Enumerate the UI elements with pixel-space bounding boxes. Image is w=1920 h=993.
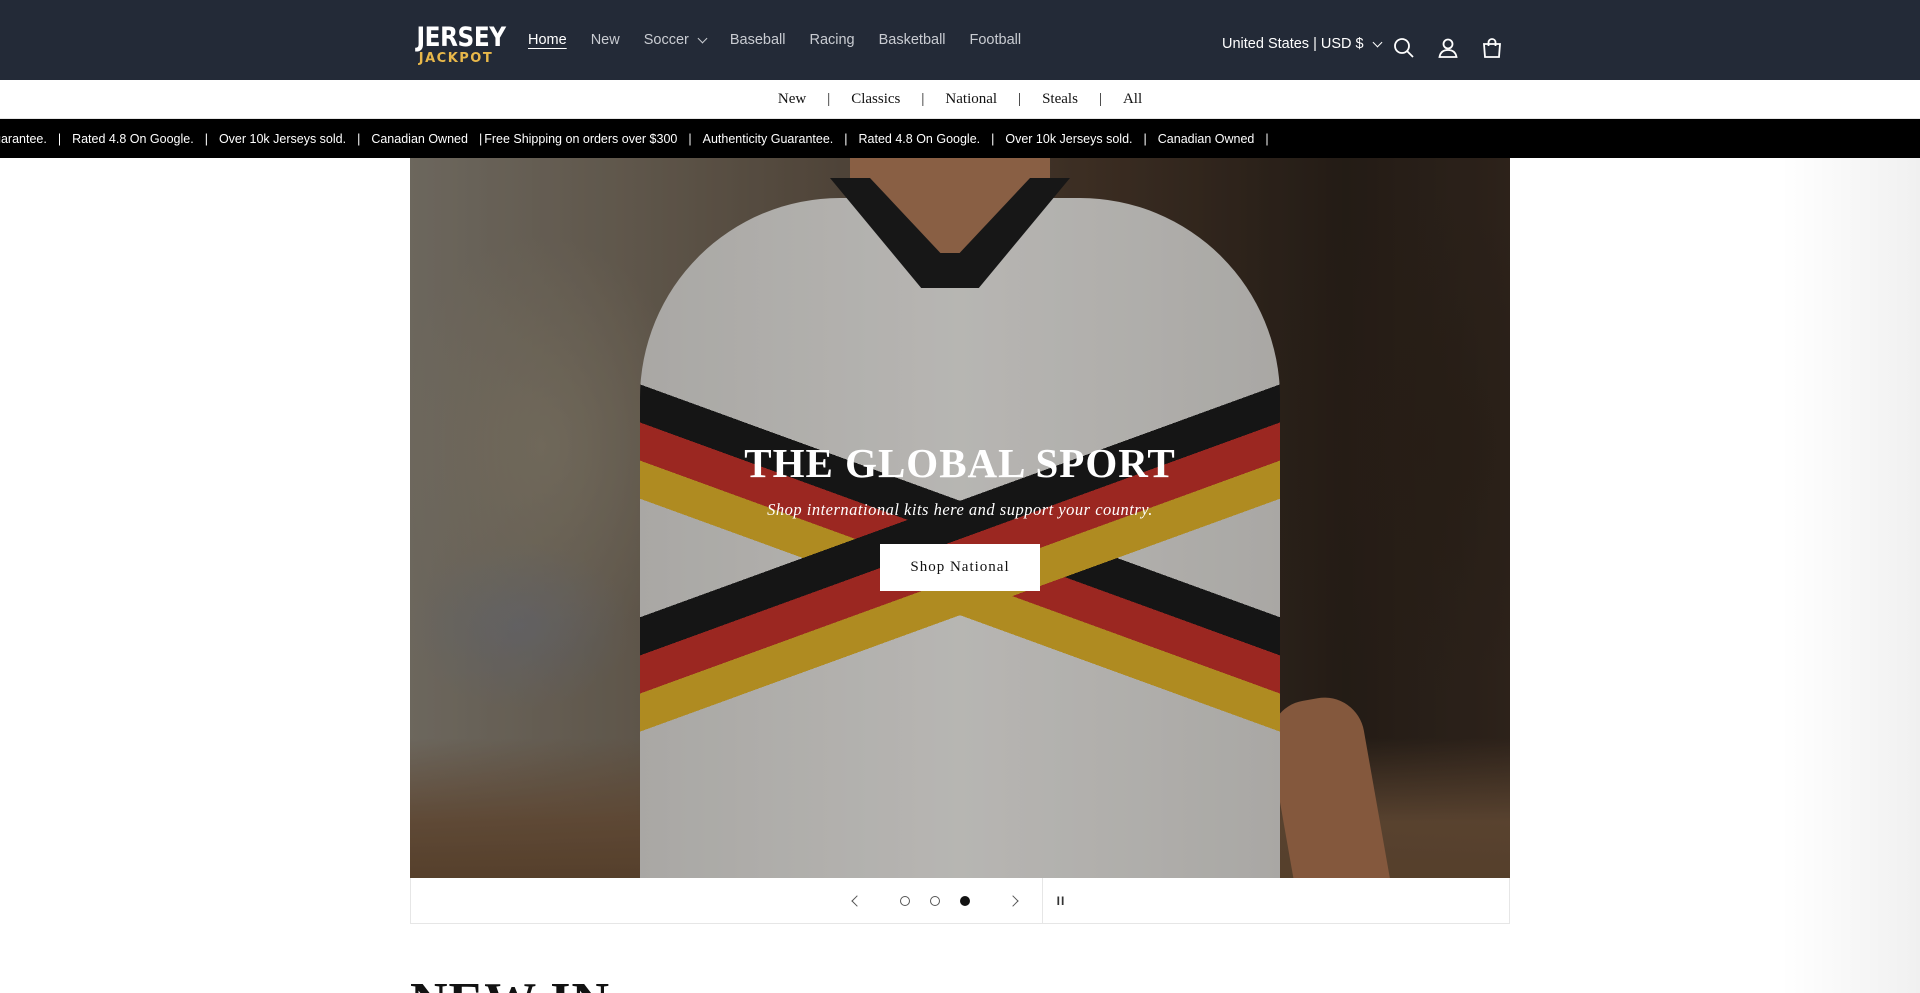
slide-prev-button[interactable] — [845, 878, 869, 923]
announcement-marquee: uarantee. | Rated 4.8 On Google. | Over … — [0, 119, 1280, 158]
main-nav: Home New Soccer Baseball Racing Basketba… — [528, 0, 1045, 80]
chevron-down-icon — [697, 33, 708, 43]
site-logo[interactable]: JERSEY JACKPOT — [410, 22, 506, 70]
announcement-separator: | — [57, 131, 62, 146]
nav-item-baseball[interactable]: Baseball — [730, 32, 786, 48]
site-header: JERSEY JACKPOT Home New Soccer Baseball … — [0, 0, 1920, 80]
announcement-item: uarantee. — [0, 131, 47, 146]
controls-divider — [1042, 878, 1043, 923]
announcement-item: Rated 4.8 On Google. — [72, 131, 194, 146]
announcement-item: Free Shipping on orders over $300 — [484, 131, 678, 146]
nav-item-basketball[interactable]: Basketball — [879, 32, 946, 48]
hero-subtitle: Shop international kits here and support… — [767, 500, 1153, 519]
section-heading-new-in: NEW IN — [410, 976, 610, 993]
slideshow-controls: II — [410, 878, 1510, 924]
page-edge-shadow — [1780, 158, 1920, 993]
submenu-item-all[interactable]: All — [1123, 91, 1142, 108]
announcement-item: Rated 4.8 On Google. — [858, 131, 981, 146]
submenu-item-classics[interactable]: Classics — [851, 91, 900, 108]
announcement-separator: | — [478, 131, 483, 146]
announcement-separator: | — [1143, 131, 1147, 146]
submenu-separator: | — [921, 90, 925, 107]
announcement-separator: | — [1265, 131, 1269, 146]
nav-item-home[interactable]: Home — [528, 32, 567, 48]
announcement-separator: | — [204, 131, 208, 146]
announcement-item: Canadian Owned — [371, 131, 468, 146]
slide-dot-indicator — [930, 895, 940, 906]
submenu-item-national[interactable]: National — [945, 91, 997, 108]
hero-slideshow: THE GLOBAL SPORT Shop international kits… — [410, 158, 1510, 878]
announcement-separator: | — [688, 131, 692, 146]
collection-submenu: New | Classics | National | Steals | All — [0, 80, 1920, 119]
submenu-separator: | — [827, 90, 831, 107]
announcement-item: Over 10k Jerseys sold. — [218, 131, 347, 146]
announcement-separator: | — [844, 131, 848, 146]
announcement-separator: | — [991, 131, 995, 146]
chevron-right-icon — [1007, 894, 1019, 907]
slide-dot-1[interactable] — [895, 878, 915, 923]
country-currency-label: United States | USD $ — [1222, 36, 1364, 52]
announcement-bar: uarantee. | Rated 4.8 On Google. | Over … — [0, 119, 1920, 158]
submenu-separator: | — [1018, 90, 1022, 107]
nav-item-racing[interactable]: Racing — [809, 32, 854, 48]
announcement-item: Over 10k Jerseys sold. — [1005, 131, 1133, 146]
nav-item-new[interactable]: New — [591, 32, 620, 48]
slide-dot-3[interactable] — [955, 878, 975, 923]
announcement-item: Canadian Owned — [1157, 131, 1255, 146]
nav-item-soccer[interactable]: Soccer — [643, 32, 708, 48]
slide-dot-2[interactable] — [925, 878, 945, 923]
logo-text-jersey: JERSEY — [416, 22, 506, 53]
country-currency-selector[interactable]: United States | USD $ — [1222, 36, 1383, 52]
hero-title: THE GLOBAL SPORT — [744, 440, 1176, 486]
hero-content: THE GLOBAL SPORT Shop international kits… — [410, 438, 1510, 591]
announcement-item: Authenticity Guarantee. — [702, 131, 834, 146]
chevron-down-icon — [1372, 37, 1383, 47]
logo-text-jackpot: JACKPOT — [418, 51, 494, 66]
nav-item-soccer-label: Soccer — [643, 32, 689, 48]
cart-icon[interactable] — [1480, 36, 1504, 60]
slide-dot-indicator — [900, 895, 910, 906]
account-icon[interactable] — [1436, 36, 1460, 60]
shop-national-button[interactable]: Shop National — [880, 544, 1040, 591]
search-icon[interactable] — [1392, 36, 1416, 60]
submenu-separator: | — [1098, 90, 1102, 107]
nav-item-football[interactable]: Football — [970, 32, 1022, 48]
slide-next-button[interactable] — [1001, 878, 1025, 923]
chevron-left-icon — [851, 894, 863, 907]
submenu-item-new[interactable]: New — [778, 91, 806, 108]
slideshow-pause-button[interactable]: II — [1049, 878, 1073, 923]
submenu-item-steals[interactable]: Steals — [1042, 91, 1078, 108]
slide-dot-indicator-active — [960, 895, 970, 906]
announcement-separator: | — [357, 131, 361, 146]
pause-icon: II — [1056, 893, 1066, 908]
